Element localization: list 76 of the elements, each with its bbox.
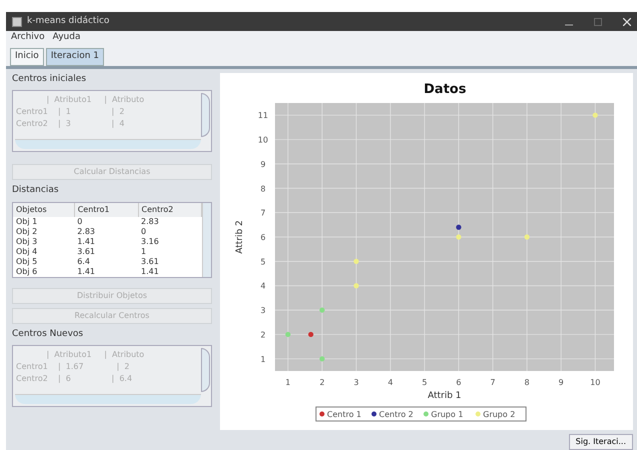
legend-label: Centro 1 — [327, 410, 362, 418]
tab[interactable]: Iteracion 1 — [46, 48, 104, 66]
data-point — [456, 224, 462, 230]
data-point — [320, 307, 325, 312]
legend-label: Centro 2 — [379, 410, 414, 418]
maximize-icon[interactable] — [594, 18, 602, 26]
axis-tick-label: 6 — [260, 232, 266, 242]
table-cell: 1 — [138, 246, 202, 256]
table-cell: 0 — [74, 216, 138, 226]
table-cell-text: Obj 6 — [15, 266, 38, 276]
data-point — [354, 258, 359, 264]
axis-tick-label: 7 — [260, 208, 266, 218]
column-header[interactable]: Centro1 — [74, 202, 138, 216]
table-cell-text: 1.41 — [76, 266, 96, 276]
axis-tick-label: 4 — [260, 281, 266, 290]
data-point — [320, 356, 325, 361]
data-point — [524, 234, 530, 240]
axis-tick-label: 9 — [260, 159, 266, 168]
data-point — [592, 112, 598, 118]
axis-tick-label: 3 — [354, 378, 359, 386]
tab[interactable]: Inicio — [10, 48, 44, 66]
table-cell: 1.41 — [138, 266, 202, 276]
table-cell-text: Obj 3 — [15, 236, 38, 246]
horizontal-scrollbar[interactable] — [15, 394, 201, 404]
axis-tick-label: 1 — [260, 354, 266, 364]
close-icon[interactable] — [623, 18, 631, 26]
section-label: Centros Nuevos — [12, 328, 84, 340]
axis-tick-label: 5 — [260, 256, 266, 266]
axis-tick-label: 5 — [422, 378, 428, 386]
data-point — [456, 234, 462, 240]
axis-tick-label: 3 — [260, 306, 266, 315]
data-point — [285, 331, 291, 337]
next-iteration-button[interactable]: Sig. Iteraci... — [568, 434, 633, 450]
table-cell-text: Obj 4 — [15, 246, 38, 256]
app-icon — [12, 16, 22, 26]
column-header[interactable]: Centro2 — [138, 202, 202, 216]
axis-tick-label: 9 — [558, 378, 564, 386]
axis-tick-label: 8 — [524, 378, 530, 386]
axis-tick-label: 10 — [590, 378, 600, 386]
axis-tick-label: 10 — [258, 135, 268, 144]
table-cell-text: 2.83 — [76, 226, 96, 236]
axis-title: Attrib 2 — [235, 220, 245, 254]
section-label: Centros iniciales — [12, 72, 88, 86]
legend-label: Grupo 2 — [483, 410, 516, 418]
section-label: Distancias — [12, 184, 60, 197]
window-title: k-means didáctico — [27, 14, 110, 28]
menu-item[interactable]: Archivo — [11, 31, 45, 45]
table-cell: 0 — [138, 226, 202, 236]
legend-label: Grupo 1 — [431, 410, 464, 418]
table-cell: 3.16 — [138, 236, 202, 246]
vertical-scrollbar[interactable] — [201, 348, 210, 392]
axis-tick-label: 4 — [388, 378, 393, 386]
table-cell: Obj 1 — [13, 216, 74, 226]
data-point — [308, 331, 314, 337]
axis-tick-label: 1 — [285, 378, 291, 386]
table-cell-text: 1.41 — [76, 236, 96, 246]
column-header[interactable]: Objetos — [13, 202, 74, 216]
table-cell: 3.61 — [138, 256, 202, 266]
menu-item[interactable]: Ayuda — [52, 31, 80, 45]
axis-tick-label: 2 — [320, 378, 325, 386]
axis-tick-label: 11 — [258, 110, 268, 120]
horizontal-scrollbar[interactable] — [15, 139, 201, 149]
vertical-scrollbar[interactable] — [202, 202, 211, 276]
chart-title: Datos — [424, 82, 466, 96]
data-point — [354, 282, 359, 288]
axis-tick-label: 8 — [260, 184, 266, 193]
axis-tick-label: 6 — [456, 378, 462, 386]
table-cell-text: 3.61 — [76, 246, 96, 256]
table-cell-text: Obj 2 — [15, 226, 38, 236]
axis-tick-label: 7 — [490, 378, 496, 386]
table-cell-text: 6.4 — [76, 256, 91, 266]
table-cell: 2.83 — [138, 216, 202, 226]
axis-title: Attrib 1 — [428, 390, 462, 400]
table-cell-text: Obj 5 — [15, 256, 38, 266]
axis-tick-label: 2 — [260, 330, 266, 339]
vertical-scrollbar[interactable] — [201, 93, 210, 137]
